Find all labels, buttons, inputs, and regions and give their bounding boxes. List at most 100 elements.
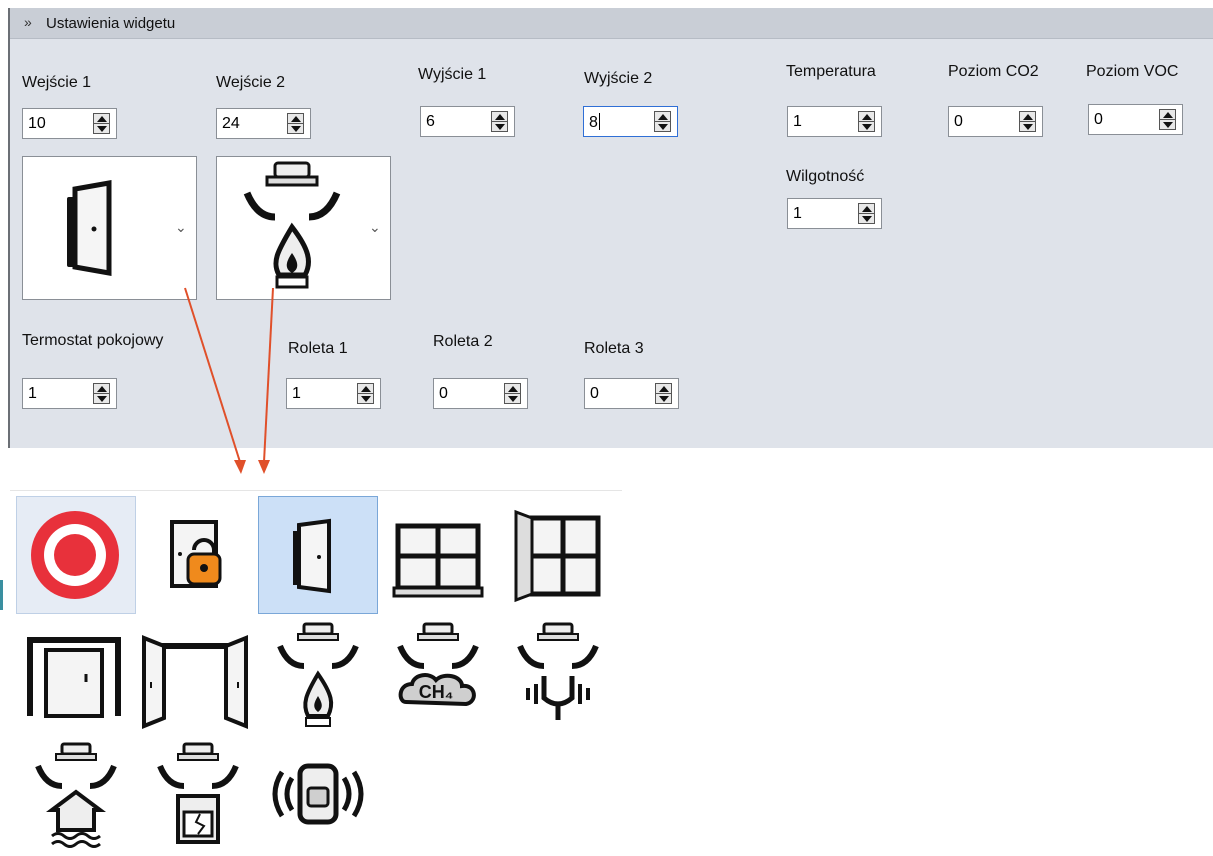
poziom-voc-spinbox[interactable]: 0 <box>1088 104 1183 135</box>
spin-up-button[interactable] <box>656 384 671 394</box>
background-window-edge <box>0 580 3 610</box>
spinbox-value: 24 <box>222 115 240 132</box>
spin-buttons[interactable] <box>654 111 671 132</box>
spin-up-button[interactable] <box>505 384 520 394</box>
smoke-detector-ch4-icon: CH₄ <box>397 622 479 707</box>
spin-buttons[interactable] <box>357 383 374 404</box>
spin-down-button[interactable] <box>94 394 109 404</box>
text-caret <box>598 113 600 130</box>
label-temperatura: Temperatura <box>786 63 876 80</box>
label-poziom-co2: Poziom CO2 <box>948 63 1039 80</box>
spinbox-value: 0 <box>954 113 963 130</box>
gallery-item-smoke-fire[interactable] <box>258 618 378 736</box>
gallery-item-smoke-glass-break[interactable] <box>138 738 258 856</box>
icon-combo-1[interactable]: ⌄ <box>22 156 197 300</box>
gallery-item-door[interactable] <box>258 496 378 614</box>
window-open-icon <box>514 509 601 603</box>
spin-down-button[interactable] <box>655 122 670 132</box>
gallery-item-single-door[interactable] <box>16 618 136 736</box>
roleta-3-spinbox[interactable]: 0 <box>584 378 679 409</box>
gallery-item-window-open[interactable] <box>498 496 618 614</box>
gallery-item-window[interactable] <box>378 496 498 614</box>
spin-buttons[interactable] <box>1019 111 1036 132</box>
spin-up-button[interactable] <box>859 112 874 122</box>
gallery-item-smoke-ch4[interactable]: CH₄ <box>378 618 498 736</box>
spin-down-button[interactable] <box>492 122 507 132</box>
collapse-chevron-icon[interactable]: » <box>24 14 32 30</box>
spin-down-button[interactable] <box>288 124 303 134</box>
spin-buttons[interactable] <box>93 113 110 134</box>
poziom-co2-spinbox[interactable]: 0 <box>948 106 1043 137</box>
label-wyjscie-1: Wyjście 1 <box>418 66 487 83</box>
wilgotnosc-spinbox[interactable]: 1 <box>787 198 882 229</box>
smoke-detector-glass-break-icon <box>157 742 239 844</box>
panel-title: Ustawienia widgetu <box>46 15 176 32</box>
spinbox-value: 0 <box>1094 111 1103 128</box>
annotation-arrowhead-1 <box>234 460 246 474</box>
spin-buttons[interactable] <box>858 111 875 132</box>
spin-buttons[interactable] <box>504 383 521 404</box>
chevron-down-icon[interactable]: ⌄ <box>175 219 187 236</box>
gallery-item-smoke-vibration[interactable] <box>498 618 618 736</box>
label-poziom-voc: Poziom VOC <box>1086 63 1179 80</box>
gallery-item-double-door[interactable] <box>136 618 256 736</box>
spin-up-button[interactable] <box>358 384 373 394</box>
icon-combo-2[interactable]: ⌄ <box>216 156 391 300</box>
gallery-item-motion-sensor[interactable] <box>258 738 378 856</box>
chevron-down-icon[interactable]: ⌄ <box>369 219 381 236</box>
door-lock-icon <box>170 520 222 588</box>
record-circle-icon <box>31 511 119 599</box>
spin-down-button[interactable] <box>505 394 520 404</box>
spin-down-button[interactable] <box>1020 122 1035 132</box>
gallery-item-record[interactable] <box>16 496 136 614</box>
spin-up-button[interactable] <box>94 384 109 394</box>
label-wyjscie-2: Wyjście 2 <box>584 70 653 87</box>
annotation-arrowhead-2 <box>258 460 270 474</box>
panel-header[interactable]: » Ustawienia widgetu <box>10 8 1213 39</box>
spin-buttons[interactable] <box>858 203 875 224</box>
spin-buttons[interactable] <box>93 383 110 404</box>
wyjscie-2-spinbox[interactable]: 8 <box>583 106 678 137</box>
spin-down-button[interactable] <box>1160 120 1175 130</box>
roleta-1-spinbox[interactable]: 1 <box>286 378 381 409</box>
double-door-icon <box>142 635 248 729</box>
spin-up-button[interactable] <box>859 204 874 214</box>
spin-up-button[interactable] <box>655 112 670 122</box>
spin-up-button[interactable] <box>1160 110 1175 120</box>
spin-up-button[interactable] <box>288 114 303 124</box>
smoke-detector-flood-icon <box>35 742 117 848</box>
spin-down-button[interactable] <box>358 394 373 404</box>
spin-down-button[interactable] <box>859 122 874 132</box>
label-wilgotnosc: Wilgotność <box>786 168 865 185</box>
gallery-item-door-lock[interactable] <box>138 496 258 614</box>
spin-up-button[interactable] <box>1020 112 1035 122</box>
smoke-detector-fire-icon <box>243 161 341 289</box>
spinbox-value: 1 <box>793 113 802 130</box>
ch4-label: CH₄ <box>419 682 454 702</box>
gallery-item-smoke-flood[interactable] <box>16 738 136 856</box>
label-termostat: Termostat pokojowy <box>22 332 164 349</box>
label-roleta-3: Roleta 3 <box>584 340 644 357</box>
temperatura-spinbox[interactable]: 1 <box>787 106 882 137</box>
spin-up-button[interactable] <box>94 114 109 124</box>
wyjscie-1-spinbox[interactable]: 6 <box>420 106 515 137</box>
spin-down-button[interactable] <box>656 394 671 404</box>
wejscie-2-spinbox[interactable]: 24 <box>216 108 311 139</box>
icon-gallery: CH₄ <box>10 490 622 856</box>
termostat-spinbox[interactable]: 1 <box>22 378 117 409</box>
spin-up-button[interactable] <box>492 112 507 122</box>
single-door-icon <box>27 637 121 718</box>
door-icon <box>67 180 112 276</box>
spin-down-button[interactable] <box>94 124 109 134</box>
spin-buttons[interactable] <box>655 383 672 404</box>
spin-down-button[interactable] <box>859 214 874 224</box>
spinbox-value: 1 <box>28 385 37 402</box>
spin-buttons[interactable] <box>287 113 304 134</box>
spinbox-value: 1 <box>292 385 301 402</box>
smoke-detector-vibration-icon <box>517 622 599 720</box>
roleta-2-spinbox[interactable]: 0 <box>433 378 528 409</box>
label-wejscie-1: Wejście 1 <box>22 74 92 91</box>
spin-buttons[interactable] <box>491 111 508 132</box>
spin-buttons[interactable] <box>1159 109 1176 130</box>
wejscie-1-spinbox[interactable]: 10 <box>22 108 117 139</box>
